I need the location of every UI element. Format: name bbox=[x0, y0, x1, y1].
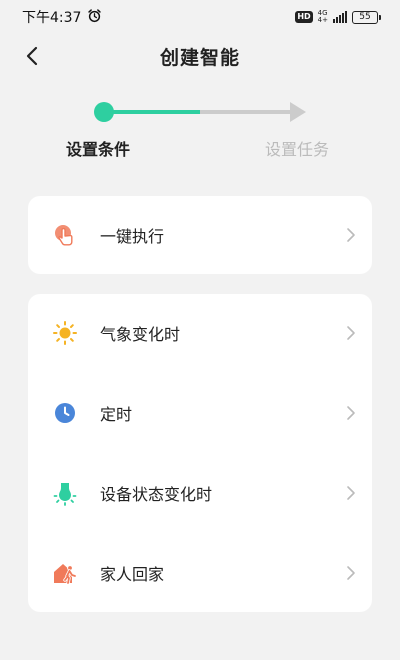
list-item-weather[interactable]: 气象变化时 bbox=[28, 294, 372, 372]
back-button[interactable] bbox=[18, 42, 46, 70]
list-item-label: 定时 bbox=[100, 405, 133, 424]
status-bar: 下午4:37 HD 4G 4+ 55 bbox=[0, 0, 400, 34]
home-walker-icon bbox=[52, 560, 78, 586]
battery-icon: 55 bbox=[352, 10, 381, 24]
app-header: 创建智能 bbox=[0, 34, 400, 78]
hd-badge: HD bbox=[295, 11, 313, 23]
sun-icon bbox=[52, 320, 78, 346]
step-label-tasks[interactable]: 设置任务 bbox=[265, 136, 329, 160]
stepper-track bbox=[94, 102, 306, 122]
list-item-one-tap[interactable]: 一键执行 bbox=[28, 196, 372, 274]
signal-icon bbox=[333, 11, 347, 23]
chevron-right-icon bbox=[344, 485, 358, 501]
stepper-arrow-icon bbox=[290, 102, 306, 122]
status-left: 下午4:37 bbox=[22, 7, 102, 27]
list-item-device-state[interactable]: 设备状态变化时 bbox=[28, 454, 372, 532]
chevron-right-icon bbox=[344, 565, 358, 581]
network-type: 4G 4+ bbox=[318, 10, 328, 24]
list-item-timer[interactable]: 定时 bbox=[28, 374, 372, 452]
stepper-current-dot bbox=[94, 102, 114, 122]
list-item-family-home[interactable]: 家人回家 bbox=[28, 534, 372, 612]
list-item-label: 气象变化时 bbox=[100, 325, 181, 344]
chevron-left-icon bbox=[26, 46, 38, 66]
chevron-right-icon bbox=[344, 405, 358, 421]
clock-icon bbox=[52, 400, 78, 426]
manual-trigger-card: 一键执行 bbox=[28, 196, 372, 274]
status-right: HD 4G 4+ 55 bbox=[295, 10, 381, 24]
bulb-icon bbox=[52, 480, 78, 506]
battery-level: 55 bbox=[359, 11, 371, 22]
list-item-label: 一键执行 bbox=[100, 227, 165, 246]
progress-stepper: 设置条件 设置任务 bbox=[0, 96, 400, 166]
tap-hand-icon bbox=[52, 222, 78, 248]
chevron-right-icon bbox=[344, 325, 358, 341]
list-item-label: 设备状态变化时 bbox=[100, 485, 213, 504]
list-item-label: 家人回家 bbox=[100, 565, 165, 584]
alarm-icon bbox=[87, 8, 102, 27]
step-label-conditions[interactable]: 设置条件 bbox=[66, 136, 130, 160]
auto-condition-card: 气象变化时 定时 设备状态变化时 家人回家 bbox=[28, 294, 372, 612]
status-time: 下午4:37 bbox=[22, 10, 82, 26]
chevron-right-icon bbox=[344, 227, 358, 243]
page-title: 创建智能 bbox=[159, 46, 240, 69]
network-type-bottom: 4+ bbox=[317, 16, 328, 24]
